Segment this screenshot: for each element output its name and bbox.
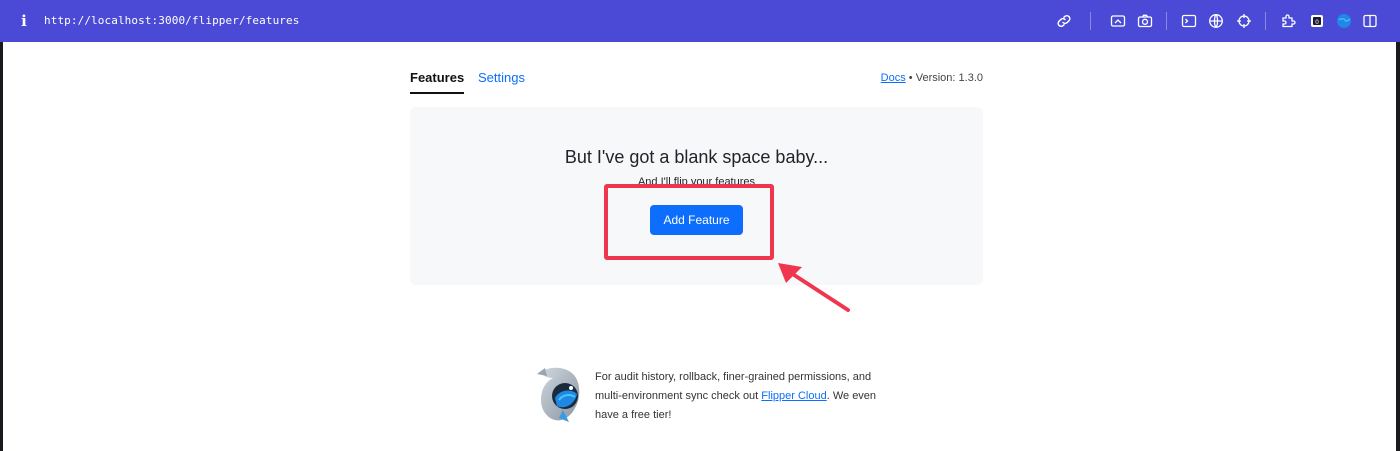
globe-icon[interactable] [1208, 13, 1224, 29]
annotation-highlight-box [604, 184, 774, 260]
screenshot-icon[interactable] [1110, 13, 1126, 29]
toolbar-divider [1265, 12, 1266, 30]
browser-toolbar: i http://localhost:3000/flipper/features… [0, 0, 1400, 42]
flipper-nav: Features Settings Docs • Version: 1.3.0 [410, 64, 983, 96]
flipper-cloud-promo: For audit history, rollback, finer-grain… [535, 364, 895, 424]
profile-icon[interactable]: 0 [1309, 13, 1325, 29]
terminal-icon[interactable] [1181, 13, 1197, 29]
globe-blue-icon[interactable] [1336, 13, 1352, 29]
info-icon[interactable]: i [18, 13, 30, 29]
extension-icon[interactable] [1280, 13, 1296, 29]
browser-window: i http://localhost:3000/flipper/features… [0, 0, 1400, 451]
annotation-arrow-icon [778, 263, 850, 312]
nav-meta: Docs • Version: 1.3.0 [881, 72, 983, 84]
address-bar[interactable]: http://localhost:3000/flipper/features [44, 14, 299, 27]
dolphin-logo-icon [537, 367, 580, 422]
toolbar-divider [1166, 12, 1167, 30]
promo-text: For audit history, rollback, finer-grain… [595, 368, 885, 425]
flipper-cloud-link[interactable]: Flipper Cloud [761, 390, 826, 402]
camera-icon[interactable] [1137, 13, 1153, 29]
docs-link[interactable]: Docs [881, 72, 906, 84]
svg-text:0: 0 [1315, 19, 1319, 26]
tab-features[interactable]: Features [410, 70, 465, 94]
sidebar-icon[interactable] [1362, 13, 1378, 29]
version-label: Version: 1.3.0 [915, 72, 983, 84]
tab-settings[interactable]: Settings [478, 70, 525, 85]
separator-dot: • [908, 72, 913, 84]
crosshair-icon[interactable] [1236, 13, 1252, 29]
link-icon[interactable] [1056, 13, 1072, 29]
empty-state-title: But I've got a blank space baby... [564, 147, 829, 167]
toolbar-divider [1090, 12, 1091, 30]
